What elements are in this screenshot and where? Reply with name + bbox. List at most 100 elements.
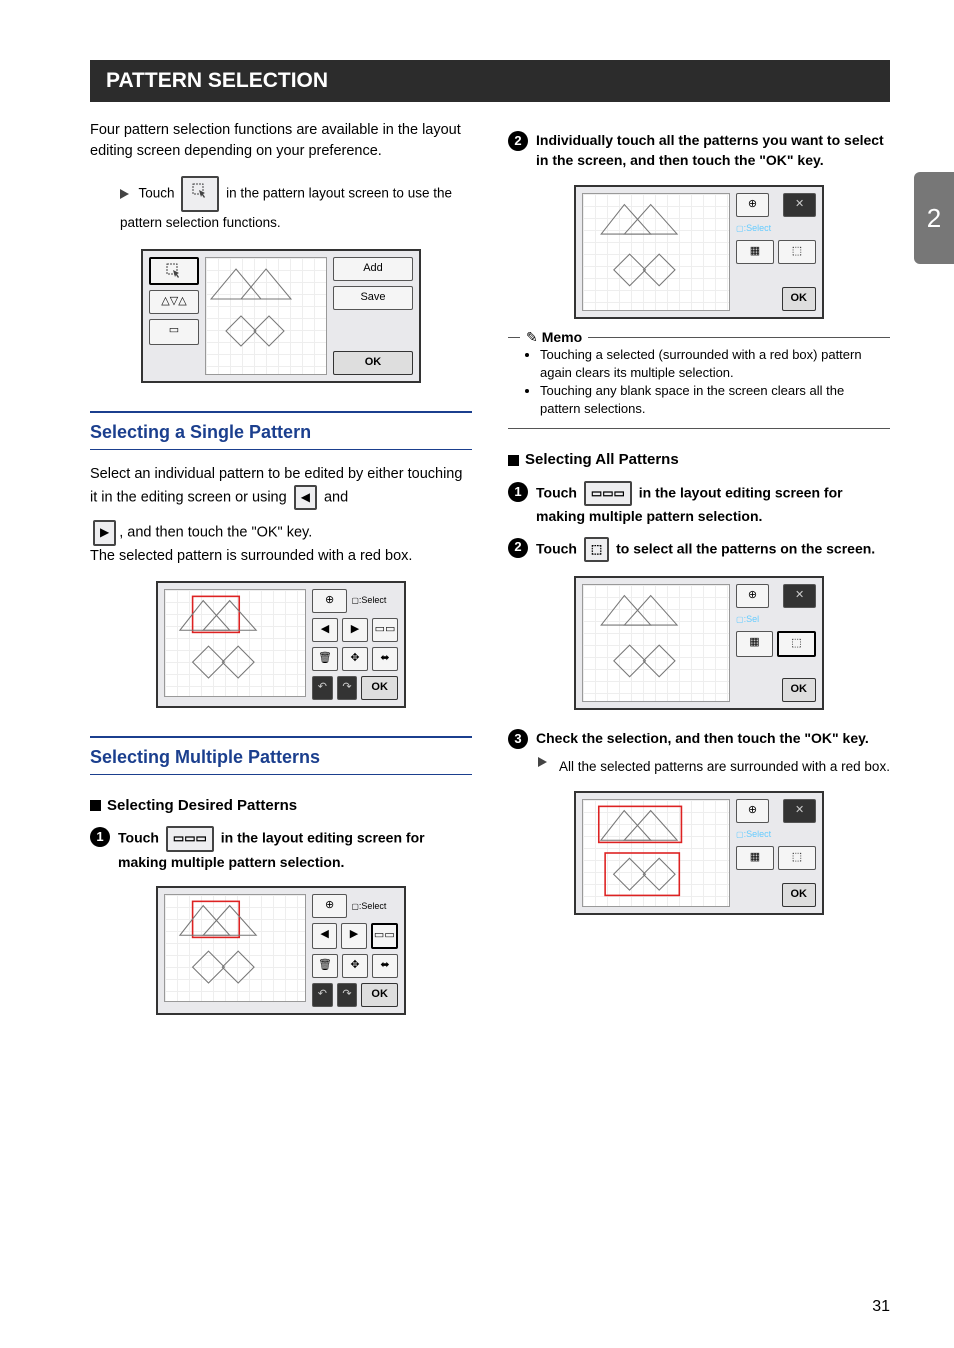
section-title: PATTERN SELECTION: [90, 60, 890, 102]
zoom-button[interactable]: ⊕: [312, 894, 347, 918]
ok-button[interactable]: OK: [782, 678, 817, 702]
step-number-1-icon: 1: [508, 482, 528, 502]
step-number-2-icon: 2: [508, 131, 528, 151]
figure-multi-touch: ⊕ ✕ ▢:Select ▦ ⬚ OK: [574, 185, 824, 319]
grid-button[interactable]: ▦: [736, 631, 773, 657]
multi-select-button[interactable]: ▭▭: [372, 618, 398, 642]
arrow-right-button[interactable]: ▶: [341, 923, 366, 949]
all-step1-text: Touch ▭▭▭ in the layout editing screen f…: [536, 481, 890, 527]
ok-button[interactable]: OK: [333, 351, 413, 375]
step-2: 2 Individually touch all the patterns yo…: [508, 130, 890, 171]
select-label: ▢:Select: [351, 900, 398, 913]
mat-preview[interactable]: [582, 799, 730, 907]
all-step2-a: Touch: [536, 540, 577, 556]
ok-button[interactable]: OK: [361, 676, 398, 700]
figure-select-all: ⊕ ✕ ▢:Sel ▦ ⬚ OK: [574, 576, 824, 710]
arrow-left-button[interactable]: ◀: [312, 618, 338, 642]
select-all-button[interactable]: ⬚: [778, 240, 816, 264]
selection-tool-icon: [181, 176, 219, 212]
resize-button[interactable]: ⬌: [372, 954, 398, 978]
left-column: Four pattern selection functions are ava…: [90, 120, 472, 1033]
all-step-2: 2 Touch ⬚ to select all the patterns on …: [508, 537, 890, 562]
single-and: and: [324, 490, 348, 506]
step-number-2-icon: 2: [508, 538, 528, 558]
all-note-text: All the selected patterns are surrounded…: [559, 757, 890, 777]
step-1: 1 Touch ▭▭▭ in the layout editing screen…: [90, 826, 472, 872]
arrow-left-icon: ◀: [294, 485, 317, 510]
rotate-ccw-button[interactable]: ↶: [312, 676, 333, 700]
memo-title: Memo: [520, 327, 588, 347]
select-all-button[interactable]: ⬚: [777, 631, 816, 657]
rotate-cw-button[interactable]: ↷: [337, 676, 358, 700]
mat-preview[interactable]: [164, 894, 306, 1002]
ok-button[interactable]: OK: [782, 287, 817, 311]
delete-button[interactable]: 🗑: [312, 647, 338, 671]
touch-a: Touch: [139, 186, 175, 201]
h3-all-text: Selecting All Patterns: [525, 451, 679, 468]
zoom-button[interactable]: ⊕: [736, 193, 769, 217]
chapter-tab: 2: [914, 172, 954, 264]
all-step1-b: in the layout editing screen for making …: [536, 485, 843, 525]
resize-button[interactable]: ⬌: [372, 647, 398, 671]
all-step2-text: Touch ⬚ to select all the patterns on th…: [536, 537, 890, 562]
ok-button[interactable]: OK: [782, 883, 817, 907]
square-bullet-icon: [508, 455, 519, 466]
all-step1-a: Touch: [536, 485, 577, 501]
select-all-button[interactable]: ⬚: [778, 846, 816, 870]
flip-button[interactable]: △▽△: [149, 290, 199, 314]
select-label: ▢:Select: [736, 828, 816, 841]
single-p4: The selected pattern is surrounded with …: [90, 546, 472, 567]
multi-select-icon: ▭▭▭: [584, 481, 632, 506]
step-2-text: Individually touch all the patterns you …: [536, 130, 890, 171]
rotate-ccw-button[interactable]: ↶: [312, 983, 333, 1007]
add-button[interactable]: Add: [333, 257, 413, 281]
arrow-right-icon: ▶: [93, 520, 116, 545]
figure-all-selected: ⊕ ✕ ▢:Select ▦ ⬚ OK: [574, 791, 824, 915]
mat-preview[interactable]: [582, 193, 730, 311]
selection-tool-button[interactable]: [149, 257, 199, 285]
all-note: All the selected patterns are surrounded…: [538, 757, 890, 777]
close-button[interactable]: ✕: [783, 193, 816, 217]
triangle-bullet-icon: [538, 757, 547, 767]
mat-preview[interactable]: [205, 257, 327, 375]
move-button[interactable]: ✥: [342, 954, 368, 978]
arrow-left-button[interactable]: ◀: [312, 923, 337, 949]
right-column: 2 Individually touch all the patterns yo…: [508, 120, 890, 1033]
heading-single-pattern: Selecting a Single Pattern: [90, 411, 472, 450]
step-number-1-icon: 1: [90, 827, 110, 847]
step1-b: in the layout editing screen for making …: [118, 830, 425, 870]
select-label: ▢:Select: [351, 594, 398, 607]
all-step2-b: to select all the patterns on the screen…: [616, 540, 875, 556]
mat-button[interactable]: ▭: [149, 319, 199, 345]
move-button[interactable]: ✥: [342, 647, 368, 671]
all-step3-text: Check the selection, and then touch the …: [536, 728, 890, 748]
memo-item: Touching a selected (surrounded with a r…: [540, 346, 886, 382]
arrow-right-button[interactable]: ▶: [342, 618, 368, 642]
heading-all-patterns: Selecting All Patterns: [508, 449, 890, 471]
save-button[interactable]: Save: [333, 286, 413, 310]
mat-preview[interactable]: [164, 589, 306, 697]
multi-select-icon: ▭▭▭: [166, 826, 214, 851]
rotate-cw-button[interactable]: ↷: [337, 983, 358, 1007]
select-all-icon: ⬚: [584, 537, 609, 562]
memo-item: Touching any blank space in the screen c…: [540, 382, 886, 418]
figure-single-select: ⊕ ▢:Select ◀ ▶ ▭▭ 🗑 ✥ ⬌: [156, 581, 406, 708]
select-label: ▢:Select: [736, 222, 816, 235]
grid-button[interactable]: ▦: [736, 846, 774, 870]
figure-multi-highlight: ⊕ ▢:Select ◀ ▶ ▭▭ 🗑 ✥ ⬌: [156, 886, 406, 1015]
mat-preview[interactable]: [582, 584, 730, 702]
close-button[interactable]: ✕: [783, 799, 816, 823]
memo-box: Memo Touching a selected (surrounded wit…: [508, 337, 890, 430]
heading-desired-patterns: Selecting Desired Patterns: [90, 795, 472, 817]
delete-button[interactable]: 🗑: [312, 954, 338, 978]
zoom-button[interactable]: ⊕: [736, 799, 769, 823]
zoom-button[interactable]: ⊕: [312, 589, 347, 613]
page-number: 31: [872, 1298, 890, 1316]
grid-button[interactable]: ▦: [736, 240, 774, 264]
h3-desired-text: Selecting Desired Patterns: [107, 797, 297, 814]
close-button[interactable]: ✕: [783, 584, 816, 608]
zoom-button[interactable]: ⊕: [736, 584, 769, 608]
ok-button[interactable]: OK: [361, 983, 398, 1007]
multi-select-button[interactable]: ▭▭: [371, 923, 398, 949]
single-p3-line: ▶, and then touch the "OK" key.: [90, 520, 472, 545]
